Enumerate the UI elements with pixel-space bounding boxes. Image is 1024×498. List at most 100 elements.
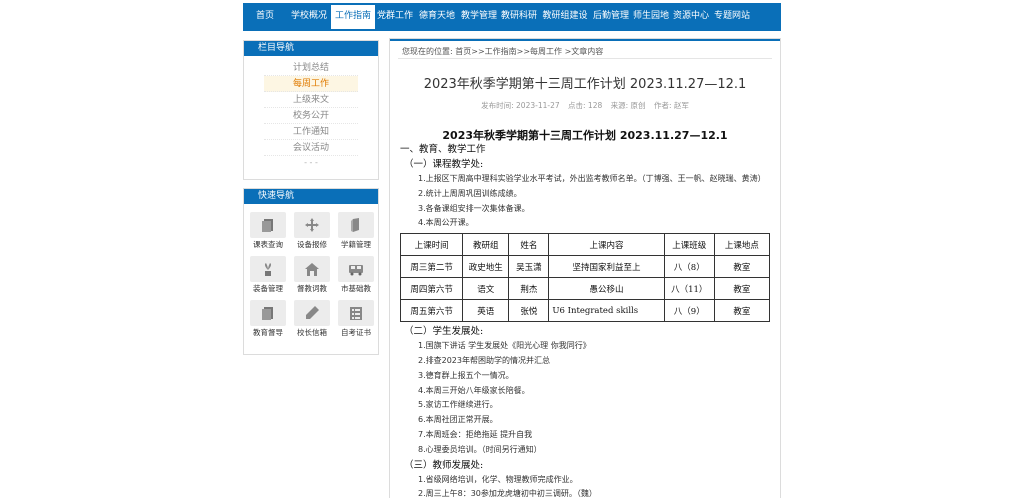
cross-arrows-icon xyxy=(294,212,330,238)
sidebar-item-1[interactable]: 每周工作 xyxy=(264,76,358,92)
quick-item-label: 督教词教 xyxy=(297,284,327,293)
table-cell: 周三第二节 xyxy=(399,255,464,279)
article-title: 2023年秋季学期第十三周工作计划 2023.11.27—12.1 xyxy=(423,77,747,92)
article-meta: 发布时间: 2023-11-27 点击: 128 来源: 原创 作者: 赵军 xyxy=(390,100,780,111)
table-cell: 张悦 xyxy=(508,299,550,323)
quick-item-3[interactable]: 装备管理 xyxy=(246,256,290,296)
section-heading-1: 一、教育、教学工作 xyxy=(400,144,486,155)
nav-item-3[interactable]: 党群工作 xyxy=(375,3,415,29)
nav-item-10[interactable]: 资源中心 xyxy=(671,3,711,29)
quick-item-label: 学籍管理 xyxy=(341,240,371,249)
article-heading: 2023年秋季学期第十三周工作计划 2023.11.27—12.1 xyxy=(442,129,728,142)
list-item: 8.心理委员培训。（时间另行通知） xyxy=(418,444,542,454)
list-item: 1.国旗下讲话 学生发展处《阳光心理 你我同行》 xyxy=(418,341,591,351)
table-cell: 八（11） xyxy=(663,277,715,301)
table-row: 周三第二节 政史地生 吴玉潇 坚持国家利益至上 八（8） 教室 xyxy=(399,255,771,279)
nav-item-1[interactable]: 学校概况 xyxy=(287,3,331,29)
more-link[interactable]: - - - xyxy=(244,156,378,170)
nav-item-7[interactable]: 教研组建设 xyxy=(539,3,591,29)
table-cell: 教室 xyxy=(713,299,771,323)
subsection-1-list: 1.上报区下周高中理科实验学业水平考试，外出监考教师名单。（丁博强、王一帆、赵晓… xyxy=(390,172,780,231)
table-cell: 教室 xyxy=(713,277,771,301)
subsection-3-list: 1.省级网络培训，化学、物理教师完成作业。 2.周三上午8：30参加龙虎塘初中初三… xyxy=(390,473,780,498)
quick-nav-grid: 课表查询 设备报修 学籍管理装备管理 督教词教 市基础教教育督导 校长信箱 自考证书 xyxy=(244,204,378,340)
article-panel: 您现在的位置: 首页>>工作指南>>每周工作 >文章内容 2023年秋季学期第十… xyxy=(389,38,781,498)
sidebar-item-3[interactable]: 校务公开 xyxy=(264,108,358,124)
nav-item-9[interactable]: 师生园地 xyxy=(631,3,671,29)
quick-item-1[interactable]: 设备报修 xyxy=(290,212,334,252)
table-cell: 政史地生 xyxy=(462,255,510,279)
quick-item-0[interactable]: 课表查询 xyxy=(246,212,290,252)
pencil-icon xyxy=(294,300,330,326)
quick-item-8[interactable]: 自考证书 xyxy=(334,300,378,340)
column-nav-title: 栏目导航 xyxy=(244,41,378,56)
nav-item-4[interactable]: 德育天地 xyxy=(415,3,459,29)
table-cell: U6 Integrated skills xyxy=(548,299,665,323)
nav-item-0[interactable]: 首页 xyxy=(243,3,287,29)
list-item: 3.各备课组安排一次集体备课。 xyxy=(418,203,530,213)
list-item: 2.周三上午8：30参加龙虎塘初中初三调研。（魏） xyxy=(418,489,597,498)
column-nav-list: 计划总结 每周工作 上级来文 校务公开 工作通知 会议活动 xyxy=(244,56,378,156)
nav-item-11[interactable]: 专题网站 xyxy=(711,3,753,29)
quick-item-7[interactable]: 校长信箱 xyxy=(290,300,334,340)
list-item: 2.统计上周周巩固训练成绩。 xyxy=(418,188,522,198)
bus-icon xyxy=(338,256,374,282)
column-header: 上课内容 xyxy=(548,233,665,257)
quick-item-4[interactable]: 督教词教 xyxy=(290,256,334,296)
table-cell: 愚公移山 xyxy=(548,277,665,301)
publish-time: 发布时间: 2023-11-27 xyxy=(481,101,560,110)
table-cell: 英语 xyxy=(462,299,510,323)
sidebar-item-2[interactable]: 上级来文 xyxy=(264,92,358,108)
table-cell: 周四第六节 xyxy=(399,277,464,301)
list-item: 5.家访工作继续进行。 xyxy=(418,400,498,410)
column-header: 上课地点 xyxy=(713,233,771,257)
nav-item-6[interactable]: 教研科研 xyxy=(499,3,539,29)
table-cell: 吴玉潇 xyxy=(508,255,550,279)
subsection-heading-1: （一）课程教学处: xyxy=(404,159,484,170)
quick-item-5[interactable]: 市基础教 xyxy=(334,256,378,296)
table-header-row: 上课时间 教研组 姓名 上课内容 上课班级 上课地点 xyxy=(399,233,771,257)
table-row: 周五第六节 英语 张悦 U6 Integrated skills 八（9） 教室 xyxy=(399,299,771,323)
table-cell: 荆杰 xyxy=(508,277,550,301)
quick-item-label: 教育督导 xyxy=(253,328,283,337)
list-item: 4.本周三开始八年级家长陪餐。 xyxy=(418,385,530,395)
quick-item-label: 市基础教 xyxy=(341,284,371,293)
list-item: 4.本周公开课。 xyxy=(418,218,474,228)
list-item: 3.德育群上报五个一情况。 xyxy=(418,370,514,380)
table-cell: 语文 xyxy=(462,277,510,301)
quick-item-label: 课表查询 xyxy=(253,240,283,249)
sidebar-item-0[interactable]: 计划总结 xyxy=(264,60,358,76)
article-author: 作者: 赵军 xyxy=(653,101,689,110)
table-cell: 八（9） xyxy=(663,299,715,323)
quick-nav-box: 快速导航 课表查询 设备报修 学籍管理装备管理 督教词教 市基础教教育督导 校长信箱 自考证… xyxy=(243,188,379,355)
sidebar-item-5[interactable]: 会议活动 xyxy=(264,140,358,156)
quick-item-label: 自考证书 xyxy=(341,328,371,337)
quick-item-label: 设备报修 xyxy=(297,240,327,249)
schedule-table: 上课时间 教研组 姓名 上课内容 上课班级 上课地点 周三第二节 政史地生 吴玉潇 坚持国家利益… xyxy=(399,233,771,323)
quick-item-6[interactable]: 教育督导 xyxy=(246,300,290,340)
click-count: 点击: 128 xyxy=(568,101,603,110)
table-cell: 周五第六节 xyxy=(399,299,464,323)
column-header: 教研组 xyxy=(462,233,510,257)
house-icon xyxy=(294,256,330,282)
quick-item-2[interactable]: 学籍管理 xyxy=(334,212,378,252)
list-item: 7.本周班会：拒绝拖延 提升自我 xyxy=(418,429,533,439)
article-source: 来源: 原创 xyxy=(610,101,646,110)
breadcrumb: 您现在的位置: 首页>>工作指南>>每周工作 >文章内容 xyxy=(398,41,772,59)
nav-item-2[interactable]: 工作指南 xyxy=(331,3,375,29)
sidebar-item-4[interactable]: 工作通知 xyxy=(264,124,358,140)
quick-nav-title: 快速导航 xyxy=(244,189,378,204)
plant-pot-icon xyxy=(250,256,286,282)
nav-underline xyxy=(243,29,781,31)
nav-item-8[interactable]: 后勤管理 xyxy=(591,3,631,29)
table-cell: 教室 xyxy=(713,255,771,279)
column-header: 上课班级 xyxy=(663,233,715,257)
nav-item-5[interactable]: 教学管理 xyxy=(459,3,499,29)
subsection-heading-3: （三）教师发展处: xyxy=(404,459,484,471)
book-icon xyxy=(338,212,374,238)
subsection-heading-2: （二）学生发展处: xyxy=(404,326,484,338)
table-cell: 坚持国家利益至上 xyxy=(548,255,665,279)
column-header: 上课时间 xyxy=(399,233,464,257)
list-item: 1.上报区下周高中理科实验学业水平考试，外出监考教师名单。（丁博强、王一帆、赵晓… xyxy=(418,174,766,183)
table-cell: 八（8） xyxy=(663,255,715,279)
